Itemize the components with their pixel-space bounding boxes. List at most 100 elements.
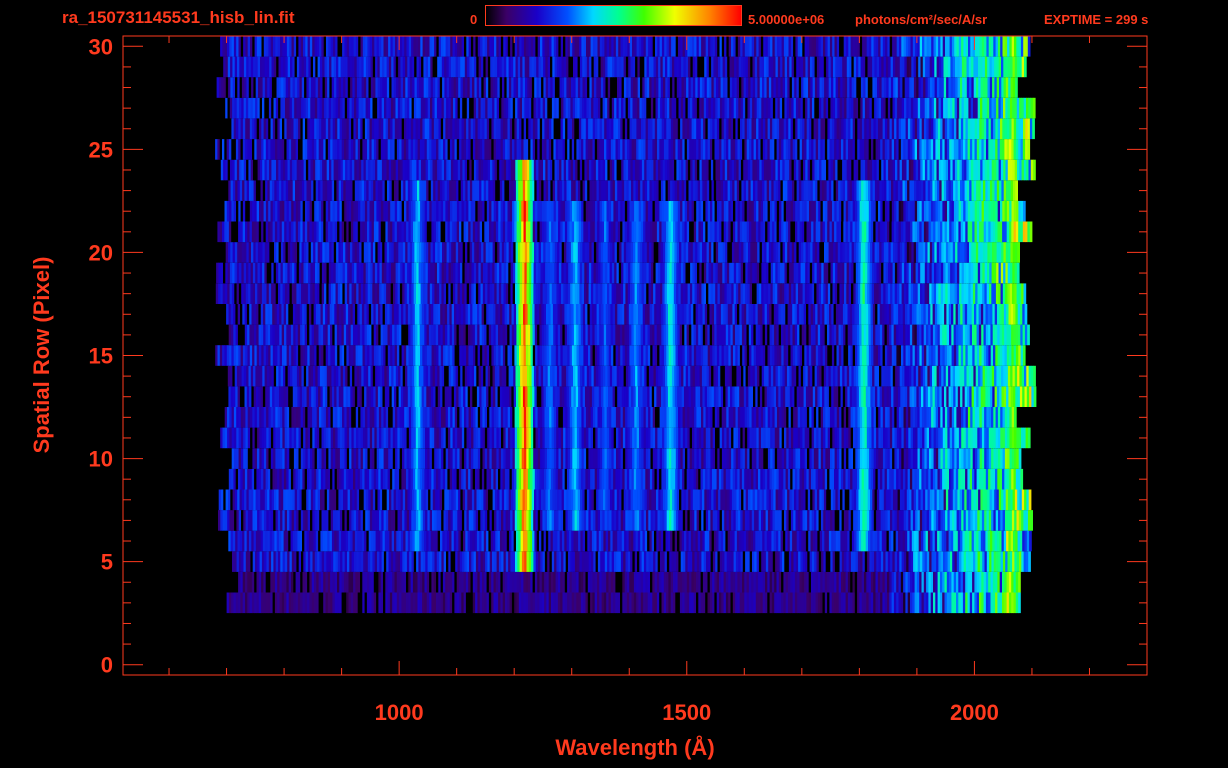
heatmap-cell: [415, 510, 419, 531]
heatmap-cell: [599, 324, 602, 346]
heatmap-cell: [489, 407, 492, 428]
heatmap-cell: [725, 592, 729, 614]
heatmap-cell: [539, 592, 543, 614]
heatmap-cell: [620, 592, 623, 614]
heatmap-cell: [333, 489, 337, 511]
heatmap-cell: [743, 530, 747, 552]
heatmap-cell: [800, 448, 803, 469]
heatmap-cell: [999, 386, 1002, 407]
heatmap-cell: [227, 510, 230, 531]
heatmap-cell: [948, 386, 952, 407]
heatmap-cell: [503, 551, 507, 572]
heatmap-cell: [540, 365, 544, 387]
heatmap-cell: [712, 571, 715, 593]
heatmap-cell: [244, 304, 248, 325]
heatmap-cell: [1019, 365, 1023, 387]
heatmap-cell: [924, 551, 928, 572]
heatmap-cell: [339, 592, 342, 614]
heatmap-cell: [254, 345, 258, 366]
heatmap-cell: [965, 571, 968, 593]
heatmap-cell: [803, 489, 806, 511]
heatmap-cell: [647, 571, 651, 593]
heatmap-cell: [684, 592, 688, 614]
heatmap-cell: [765, 551, 769, 572]
heatmap-cell: [423, 530, 427, 552]
heatmap-cell: [498, 551, 502, 572]
heatmap-cell: [614, 489, 618, 511]
heatmap-cell: [922, 365, 926, 387]
heatmap-cell: [286, 592, 290, 614]
heatmap-cell: [835, 530, 839, 552]
heatmap-cell: [550, 365, 553, 387]
heatmap-cell: [583, 345, 587, 366]
heatmap-cell: [648, 551, 652, 572]
heatmap-cell: [856, 386, 860, 407]
heatmap-cell: [863, 489, 866, 511]
heatmap-cell: [424, 304, 427, 325]
heatmap-cell: [668, 407, 672, 428]
heatmap-cell: [639, 510, 642, 531]
heatmap-cell: [516, 407, 520, 428]
heatmap-cell: [460, 386, 464, 407]
heatmap-cell: [837, 489, 841, 511]
heatmap-cell: [721, 510, 725, 531]
heatmap-cell: [470, 345, 474, 366]
heatmap-cell: [345, 489, 348, 511]
heatmap-cell: [505, 345, 508, 366]
heatmap-cell: [820, 407, 824, 428]
heatmap-cell: [615, 571, 619, 593]
heatmap-cell: [369, 468, 372, 490]
heatmap-cell: [263, 468, 266, 490]
heatmap-cell: [573, 468, 577, 490]
heatmap-cell: [539, 571, 543, 593]
heatmap-cell: [846, 448, 849, 469]
heatmap-cell: [439, 365, 443, 387]
heatmap-cell: [300, 324, 303, 346]
heatmap-cell: [525, 571, 529, 593]
heatmap-cell: [644, 365, 647, 387]
heatmap-cell: [779, 510, 783, 531]
heatmap-cell: [443, 448, 447, 469]
heatmap-cell: [894, 407, 897, 428]
heatmap-cell: [978, 530, 982, 552]
heatmap-cell: [732, 592, 736, 614]
heatmap-cell: [836, 468, 839, 490]
heatmap-cell: [982, 365, 986, 387]
heatmap-cell: [381, 427, 384, 449]
heatmap-cell: [416, 489, 420, 511]
heatmap-cell: [316, 592, 319, 614]
heatmap-cell: [244, 530, 248, 552]
heatmap-cell: [254, 324, 257, 346]
heatmap-cell: [295, 530, 298, 552]
heatmap-cell: [971, 489, 974, 511]
heatmap-cell: [738, 489, 742, 511]
heatmap-cell: [293, 468, 296, 490]
heatmap-cell: [911, 489, 915, 511]
heatmap-cell: [449, 571, 453, 593]
heatmap-cell: [467, 386, 471, 407]
heatmap-cell: [523, 324, 526, 346]
heatmap-cell: [591, 365, 595, 387]
heatmap-cell: [351, 407, 354, 428]
heatmap-cell: [859, 468, 862, 490]
heatmap-cell: [458, 530, 462, 552]
heatmap-cell: [699, 365, 703, 387]
heatmap-cell: [651, 530, 655, 552]
heatmap-cell: [518, 592, 522, 614]
heatmap-cell: [799, 592, 803, 614]
heatmap-cell: [666, 345, 669, 366]
heatmap-cell: [726, 427, 730, 449]
heatmap-cell: [797, 427, 801, 449]
heatmap-cell: [316, 468, 319, 490]
heatmap-cell: [806, 592, 810, 614]
heatmap-cell: [475, 345, 478, 366]
heatmap-cell: [552, 365, 555, 387]
heatmap-cell: [1025, 551, 1029, 572]
heatmap-cell: [980, 530, 984, 552]
heatmap-cell: [742, 407, 746, 428]
heatmap-cell: [359, 489, 362, 511]
heatmap-cell: [795, 345, 798, 366]
heatmap-cell: [358, 407, 361, 428]
heatmap-cell: [889, 592, 892, 614]
heatmap-cell: [910, 571, 913, 593]
